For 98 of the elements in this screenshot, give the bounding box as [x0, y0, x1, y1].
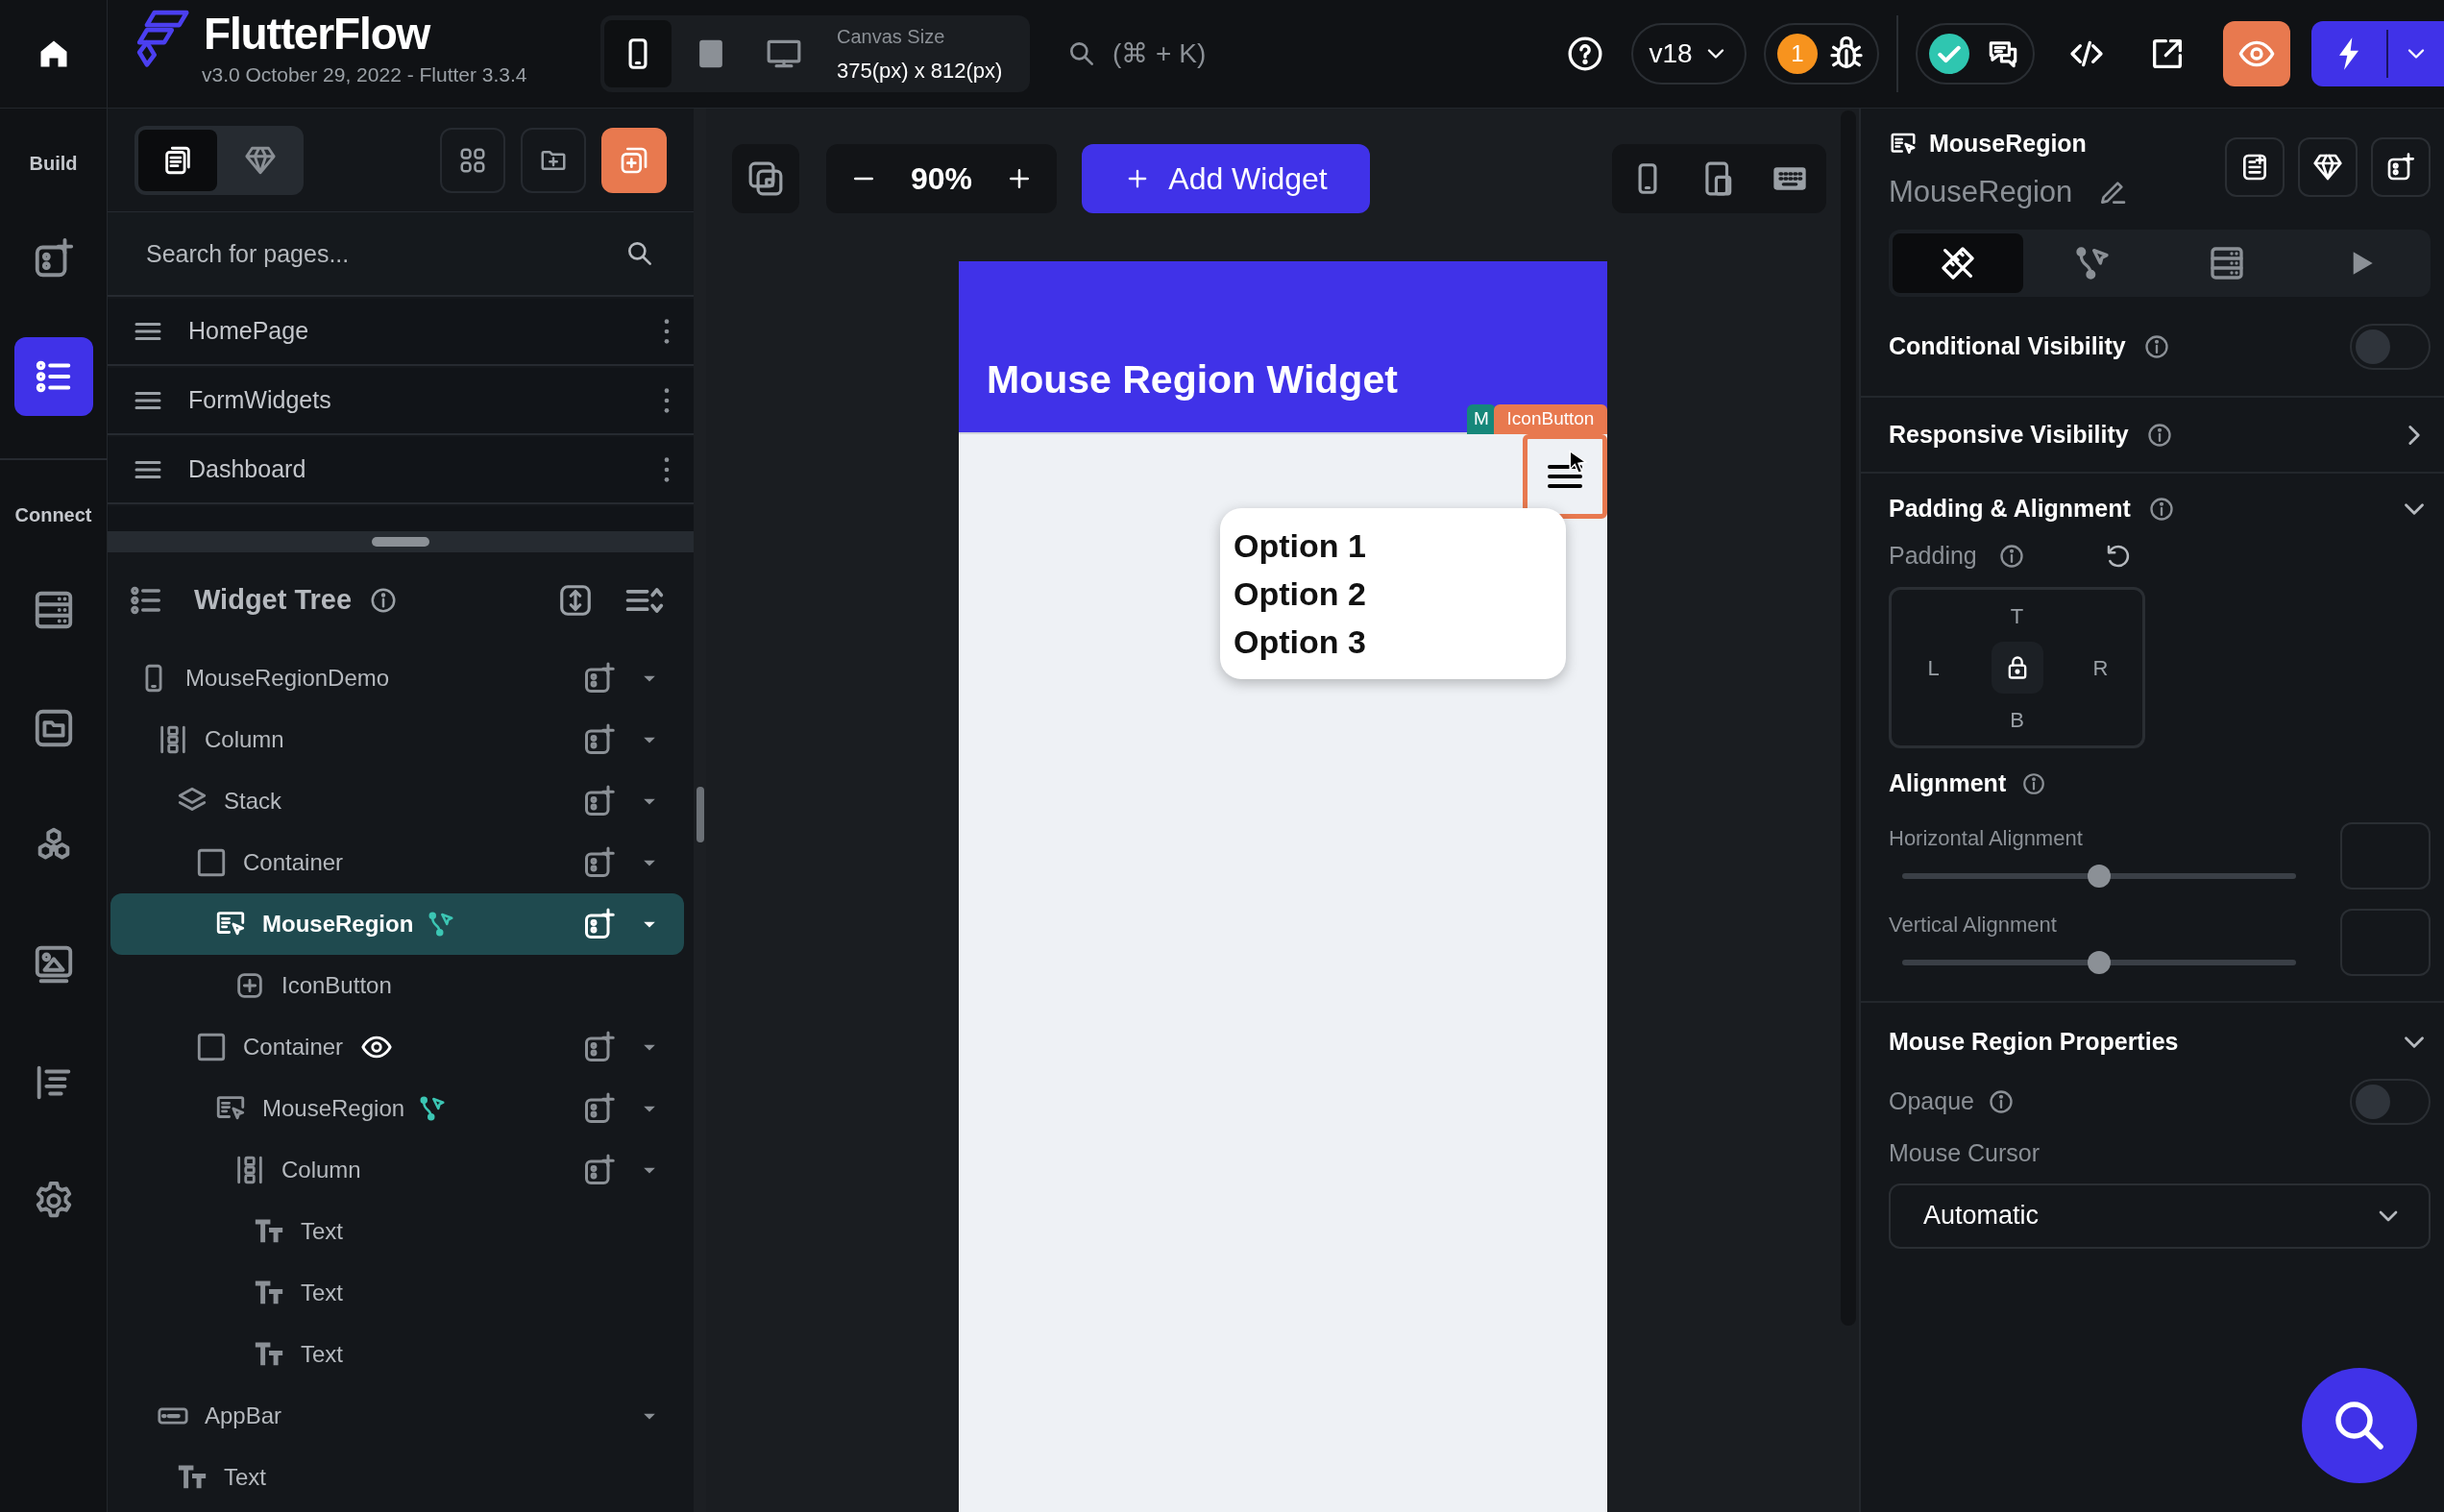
- toggle-switch[interactable]: [2350, 323, 2431, 370]
- more-icon[interactable]: [663, 456, 671, 483]
- tree-item[interactable]: Container: [110, 1016, 684, 1078]
- cursor-dropdown[interactable]: Automatic: [1889, 1183, 2431, 1249]
- lock-button[interactable]: [1991, 642, 2043, 694]
- value-field[interactable]: [2340, 909, 2431, 976]
- menu-option[interactable]: Option 2: [1234, 570, 1566, 618]
- tree-item[interactable]: AppBar: [110, 1385, 684, 1447]
- tree-item[interactable]: MouseRegion: [110, 893, 684, 955]
- check-icon[interactable]: [1929, 34, 1969, 74]
- section-title: Mouse Region Properties: [1889, 1027, 2179, 1058]
- scrollbar-thumb[interactable]: [697, 787, 704, 842]
- add-child-icon[interactable]: [582, 722, 617, 757]
- resize-handle[interactable]: [372, 537, 429, 547]
- square-icon: [195, 846, 228, 879]
- info-icon[interactable]: [1997, 543, 2025, 570]
- tree-item[interactable]: MouseRegionDemo: [110, 647, 684, 709]
- slider-label: Vertical Alignment: [1889, 912, 2058, 939]
- add-child-icon[interactable]: [582, 1030, 617, 1064]
- section-title: Padding & Alignment: [1889, 494, 2131, 524]
- padding-left-label[interactable]: L: [1927, 651, 1940, 684]
- tree-item[interactable]: Column: [110, 1139, 684, 1201]
- info-icon[interactable]: [2142, 332, 2170, 360]
- slider-thumb[interactable]: [2088, 951, 2111, 974]
- menu-option[interactable]: Option 1: [1234, 522, 1566, 570]
- field-label: Mouse Cursor: [1889, 1138, 2041, 1168]
- preview-button[interactable]: [2223, 21, 2290, 86]
- square-icon: [195, 1031, 228, 1063]
- slider-label: Horizontal Alignment: [1889, 825, 2084, 852]
- docs-button[interactable]: [2225, 137, 2285, 197]
- more-icon[interactable]: [663, 318, 671, 345]
- canvas-size-label: Canvas Size: [837, 24, 946, 49]
- action-icon: [2073, 244, 2112, 282]
- padding-right-label[interactable]: R: [2092, 651, 2109, 684]
- widget-name: MouseRegion: [1889, 173, 2073, 210]
- widget-tag: IconButton: [1494, 404, 1607, 434]
- padding-top-label[interactable]: T: [2010, 599, 2024, 632]
- more-icon[interactable]: [663, 387, 671, 414]
- tree-item[interactable]: MouseRegion: [110, 1078, 684, 1139]
- tree-item[interactable]: Text: [110, 1447, 684, 1508]
- add-child-icon[interactable]: [582, 1091, 617, 1126]
- field-label: Opaque: [1889, 1086, 1974, 1117]
- add-widget-button[interactable]: Add Widget: [1082, 144, 1370, 213]
- tree-item[interactable]: Text: [110, 1262, 684, 1324]
- tree-item[interactable]: Container: [110, 832, 684, 893]
- device-button[interactable]: [604, 20, 672, 87]
- info-icon[interactable]: [2145, 421, 2173, 449]
- panel-tab[interactable]: [138, 129, 217, 191]
- wrap-widget-button[interactable]: [2371, 137, 2431, 197]
- search-shortcut[interactable]: (⌘ + K): [1112, 34, 1207, 74]
- add-child-icon[interactable]: [582, 784, 617, 818]
- grid-button[interactable]: [440, 127, 505, 193]
- tree-item[interactable]: Text: [110, 1324, 684, 1385]
- add-child-icon[interactable]: [582, 1153, 617, 1187]
- widget-tag: M: [1467, 404, 1496, 434]
- add-widget-icon: [2385, 152, 2416, 183]
- panel-title: Widget Tree: [194, 582, 353, 617]
- widget-type-label: MouseRegion: [1929, 129, 2087, 159]
- new-folder-button[interactable]: [521, 127, 586, 193]
- section-label: Build: [29, 152, 78, 176]
- add-child-icon[interactable]: [582, 907, 617, 941]
- tree-item[interactable]: IconButton: [110, 955, 684, 1016]
- component-button[interactable]: [2298, 137, 2358, 197]
- add-child-icon[interactable]: [582, 661, 617, 695]
- tree-item[interactable]: Column: [110, 709, 684, 770]
- section-title: Conditional Visibility: [1889, 330, 2126, 361]
- app-bar-title: Mouse Region Widget: [987, 355, 1398, 403]
- issue-count-badge: 1: [1777, 34, 1818, 74]
- info-icon[interactable]: [1987, 1088, 2015, 1115]
- ruler-pencil-icon: [1939, 244, 1977, 282]
- info-icon[interactable]: [2021, 771, 2047, 796]
- help-icon[interactable]: [1566, 35, 1604, 73]
- zoom-level: 90%: [910, 160, 972, 198]
- add-child-icon[interactable]: [582, 845, 617, 880]
- section-title: Responsive Visibility: [1889, 419, 2129, 450]
- menu-option[interactable]: Option 3: [1234, 618, 1566, 666]
- diamond-icon: [2312, 152, 2343, 183]
- section-subtitle: Alignment: [1889, 768, 2007, 799]
- slider-thumb[interactable]: [2088, 865, 2111, 888]
- rail-item[interactable]: [13, 337, 93, 416]
- run-button[interactable]: [2311, 21, 2444, 86]
- field-label: Padding: [1889, 541, 1977, 572]
- tree-item[interactable]: Stack: [110, 770, 684, 832]
- tree-item[interactable]: Text: [110, 1201, 684, 1262]
- toggle-switch[interactable]: [2350, 1079, 2431, 1125]
- canvas-size-value: 375(px) x 812(px): [837, 57, 1003, 85]
- value-field[interactable]: [2340, 822, 2431, 890]
- shortcuts-button[interactable]: [732, 144, 799, 213]
- properties-tab[interactable]: [1893, 233, 2023, 293]
- command-icon: [747, 160, 784, 197]
- database-icon: [2208, 244, 2246, 282]
- version-dropdown[interactable]: v18: [1631, 23, 1747, 85]
- version-text: v3.0 October 29, 2022 - Flutter 3.3.4: [202, 62, 527, 87]
- padding-bottom-label[interactable]: B: [2010, 703, 2024, 736]
- add-page-button[interactable]: [601, 127, 667, 193]
- info-icon[interactable]: [2147, 496, 2175, 523]
- section-label: Connect: [14, 503, 92, 527]
- app-logo-text: FlutterFlow: [204, 8, 431, 61]
